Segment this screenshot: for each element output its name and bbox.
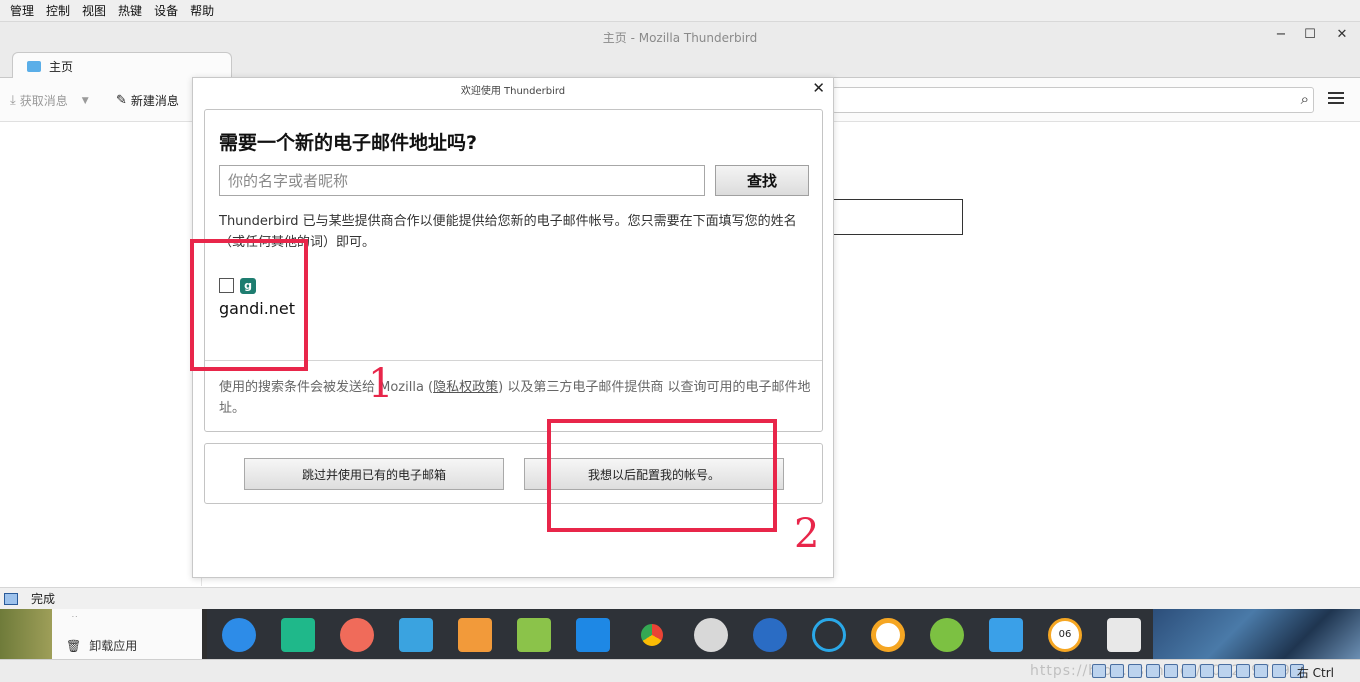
monitor-icon[interactable] (989, 618, 1023, 652)
tab-home-label: 主页 (49, 59, 74, 74)
launcher-icon[interactable] (222, 618, 256, 652)
find-button[interactable]: 查找 (715, 165, 809, 196)
new-message-label: 新建消息 (130, 94, 179, 108)
annotation-label-1: 1 (368, 361, 394, 407)
usb-icon[interactable] (1164, 664, 1178, 678)
display-icon[interactable] (1200, 664, 1214, 678)
pencil-icon: ✎ (116, 93, 127, 108)
terminal-icon[interactable] (281, 618, 315, 652)
keyboard-icon[interactable] (812, 618, 846, 652)
dialog-heading: 需要一个新的电子邮件地址吗? (219, 132, 478, 154)
file-manager-icon[interactable] (399, 618, 433, 652)
menu-manage[interactable]: 管理 (4, 2, 40, 19)
search-input[interactable]: ⌕ (832, 87, 1314, 113)
audio-icon[interactable] (1128, 664, 1142, 678)
menu-view[interactable]: 视图 (76, 2, 112, 19)
uninstall-app-item[interactable]: 🗑 卸载应用 (66, 637, 137, 654)
video-player-icon[interactable] (576, 618, 610, 652)
new-message-button[interactable]: ✎ 新建消息 (116, 92, 179, 109)
power-icon[interactable] (930, 618, 964, 652)
screen-recorder-icon[interactable] (340, 618, 374, 652)
chrome-icon[interactable] (635, 618, 669, 652)
menu-hotkeys[interactable]: 热键 (112, 2, 148, 19)
app-store-icon[interactable] (458, 618, 492, 652)
name-field[interactable] (219, 165, 705, 196)
close-button[interactable]: ✕ (1333, 26, 1351, 44)
trash-icon: 🗑 (66, 639, 82, 653)
dialog-close-icon[interactable]: ✕ (812, 79, 825, 97)
settings-icon[interactable] (694, 618, 728, 652)
activity-icon[interactable] (4, 592, 18, 605)
harddisk-icon[interactable] (1092, 664, 1106, 678)
menu-control[interactable]: 控制 (40, 2, 76, 19)
cpu-icon[interactable] (1236, 664, 1250, 678)
annotation-box-2 (547, 419, 777, 532)
status-bar: 完成 (0, 587, 1360, 609)
search-icon[interactable]: ⌕ (1301, 90, 1309, 108)
background-input-box (834, 199, 963, 235)
menu-help[interactable]: 帮助 (184, 2, 220, 19)
mouse-integration-icon[interactable] (1254, 664, 1268, 678)
privacy-footnote: 使用的搜索条件会被发送给 Mozilla (隐私权政策) 以及第三方电子邮件提供… (219, 377, 814, 419)
recording-icon[interactable] (1218, 664, 1232, 678)
recycle-bin-icon[interactable] (1107, 618, 1141, 652)
get-messages-label: 获取消息 (19, 94, 68, 108)
launcher-partial-item: ⌄ (70, 609, 80, 617)
clock-icon[interactable]: 06 54 (1048, 618, 1082, 668)
update-icon[interactable] (871, 618, 905, 652)
vbox-menu-bar: 管理 控制 视图 热键 设备 帮助 (0, 0, 1360, 22)
annotation-label-2: 2 (794, 511, 820, 557)
privacy-policy-link[interactable]: 隐私权政策 (433, 380, 498, 395)
status-text: 完成 (31, 592, 56, 606)
dialog-title: 欢迎使用 Thunderbird (460, 86, 566, 97)
thunderbird-icon[interactable] (753, 618, 787, 652)
tab-strip: 主页 (0, 49, 1360, 79)
arrow-icon[interactable] (1272, 664, 1286, 678)
music-player-icon[interactable] (517, 618, 551, 652)
uninstall-app-label: 卸载应用 (89, 639, 138, 653)
folder-icon (27, 60, 41, 72)
get-messages-button[interactable]: ⤓ 获取消息 ▼ (10, 92, 89, 109)
window-title: 主页 - Mozilla Thunderbird (602, 31, 758, 45)
network-icon[interactable] (1146, 664, 1160, 678)
skip-use-existing-button[interactable]: 跳过并使用已有的电子邮箱 (244, 458, 504, 490)
optical-drive-icon[interactable] (1110, 664, 1124, 678)
vbox-status-bar: https://blog.csdn.net/u012997698 右 Ctrl (0, 659, 1360, 682)
annotation-box-1 (190, 239, 308, 371)
minimize-button[interactable]: − (1272, 26, 1290, 44)
download-icon: ⤓ (10, 93, 16, 108)
tab-home[interactable]: 主页 (12, 52, 232, 79)
window-title-bar: 主页 - Mozilla Thunderbird − ☐ ✕ (0, 22, 1360, 49)
wallpaper-area (1153, 609, 1360, 659)
chevron-down-icon[interactable]: ▼ (82, 96, 89, 106)
footnote-text-start: 使用的搜索条件会被发送给 Mozilla ( (219, 380, 434, 395)
hamburger-menu-icon[interactable] (1328, 92, 1344, 106)
menu-devices[interactable]: 设备 (148, 2, 184, 19)
maximize-button[interactable]: ☐ (1301, 26, 1319, 44)
launcher-panel: ⌄ 🗑 卸载应用 (52, 609, 202, 659)
dock: 06 54 (207, 609, 1153, 668)
shared-folder-icon[interactable] (1182, 664, 1196, 678)
host-key-label: 右 Ctrl (1296, 666, 1334, 680)
